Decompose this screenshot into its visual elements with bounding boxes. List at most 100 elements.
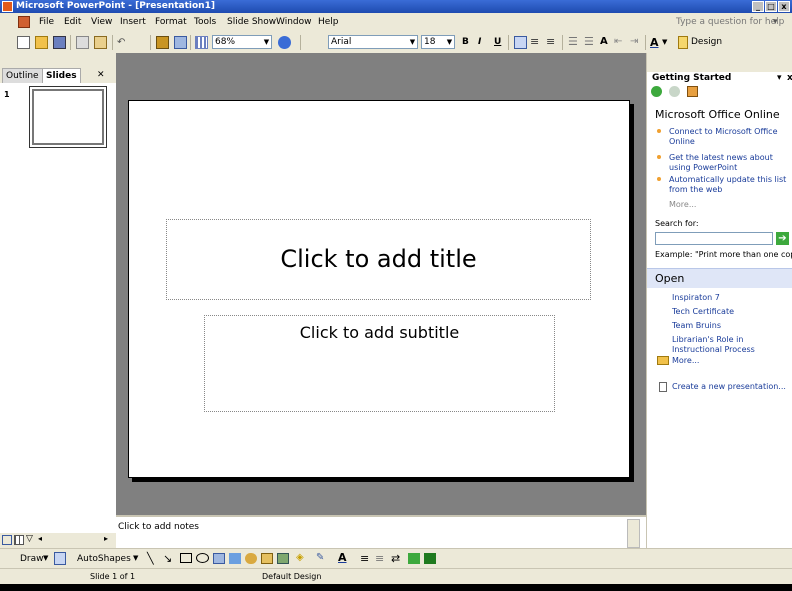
menu-help[interactable]: Help: [318, 17, 339, 27]
recent-file-link[interactable]: Librarian's Role in Instructional Proces…: [672, 335, 790, 355]
dash-style-icon[interactable]: ≡: [375, 552, 384, 565]
latest-news-link[interactable]: Get the latest news about using PowerPoi…: [669, 153, 791, 173]
close-pane-icon[interactable]: ✕: [94, 68, 108, 82]
chevron-down-icon[interactable]: ▼: [445, 36, 454, 48]
restore-button[interactable]: □: [765, 1, 777, 12]
align-center-icon[interactable]: ≡: [530, 36, 543, 49]
oval-icon[interactable]: [196, 553, 209, 563]
italic-button[interactable]: I: [478, 37, 481, 47]
notes-scrollbar[interactable]: [627, 519, 640, 548]
menu-format[interactable]: Format: [155, 17, 187, 27]
numbering-icon[interactable]: ☰: [568, 36, 581, 49]
normal-view-icon[interactable]: [2, 535, 12, 545]
design-icon[interactable]: [678, 36, 688, 49]
print-icon[interactable]: [76, 36, 89, 49]
chevron-down-icon[interactable]: ▼: [408, 36, 417, 48]
textbox-icon[interactable]: [213, 553, 225, 564]
new-icon[interactable]: [17, 36, 30, 49]
menu-window[interactable]: Window: [276, 17, 312, 27]
help-icon[interactable]: [278, 36, 291, 49]
minimize-button[interactable]: _: [752, 1, 764, 12]
slide-sorter-view-icon[interactable]: [14, 535, 24, 545]
chevron-down-icon[interactable]: ▼: [43, 554, 48, 562]
recent-file-link[interactable]: Team Bruins: [672, 321, 721, 331]
3d-icon[interactable]: [424, 553, 436, 564]
font-select[interactable]: Arial ▼: [328, 35, 418, 49]
design-button[interactable]: Design: [691, 37, 722, 47]
arrow-icon[interactable]: ↘: [163, 552, 172, 565]
tab-slides[interactable]: Slides: [42, 68, 81, 84]
search-go-icon[interactable]: ➔: [776, 232, 789, 245]
wordart-icon[interactable]: [229, 553, 241, 564]
line-color-icon[interactable]: ✎: [316, 552, 324, 563]
home-icon[interactable]: [687, 86, 698, 97]
notes-placeholder[interactable]: Click to add notes: [118, 522, 199, 532]
undo-icon[interactable]: ↶: [117, 36, 130, 49]
increase-indent-icon[interactable]: ⇥: [630, 36, 643, 49]
menu-edit[interactable]: Edit: [64, 17, 81, 27]
scroll-right-icon[interactable]: ▸: [104, 534, 108, 543]
menu-insert[interactable]: Insert: [120, 17, 146, 27]
line-icon[interactable]: ╲: [147, 552, 154, 565]
help-dropdown-icon[interactable]: ▾: [773, 17, 778, 27]
fill-color-icon[interactable]: ◈: [296, 552, 304, 563]
clipart-icon[interactable]: [261, 553, 273, 564]
zoom-select[interactable]: 68% ▼: [212, 35, 272, 49]
chevron-down-icon[interactable]: ▼: [262, 36, 271, 48]
save-icon[interactable]: [53, 36, 66, 49]
insert-table-icon[interactable]: [174, 36, 187, 49]
document-icon[interactable]: [18, 16, 30, 28]
rectangle-icon[interactable]: [180, 553, 192, 563]
grid-icon[interactable]: [195, 36, 208, 49]
close-button[interactable]: x: [778, 1, 790, 12]
menu-view[interactable]: View: [91, 17, 112, 27]
shadow-icon[interactable]: [408, 553, 420, 564]
draw-menu[interactable]: Draw: [20, 554, 44, 564]
slide-thumbnail[interactable]: [29, 86, 107, 148]
back-icon[interactable]: [651, 86, 662, 97]
menu-tools[interactable]: Tools: [194, 17, 216, 27]
open-icon[interactable]: [35, 36, 48, 49]
task-pane-menu-icon[interactable]: ▾: [777, 73, 782, 83]
forward-icon[interactable]: [669, 86, 680, 97]
auto-update-link[interactable]: Automatically update this list from the …: [669, 175, 791, 195]
chevron-down-icon[interactable]: ▼: [133, 554, 138, 562]
slide-show-view-icon[interactable]: ▽: [26, 534, 33, 544]
increase-font-icon[interactable]: A: [600, 36, 613, 49]
recent-file-link[interactable]: Tech Certificate: [672, 307, 734, 317]
office-online-more-link[interactable]: More...: [669, 200, 696, 210]
picture-icon[interactable]: [277, 553, 289, 564]
bold-button[interactable]: B: [462, 37, 469, 47]
connect-office-online-link[interactable]: Connect to Microsoft Office Online: [669, 127, 791, 147]
align-left-icon[interactable]: [514, 36, 527, 49]
chevron-down-icon[interactable]: ▼: [662, 36, 675, 49]
arrow-style-icon[interactable]: ⇄: [391, 552, 400, 565]
powerpoint-app-icon[interactable]: [2, 1, 13, 12]
task-pane-close-icon[interactable]: x: [787, 73, 792, 83]
create-presentation-link[interactable]: Create a new presentation...: [672, 382, 786, 392]
decrease-indent-icon[interactable]: ⇤: [614, 36, 627, 49]
underline-button[interactable]: U: [494, 37, 501, 47]
slide-canvas[interactable]: Click to add title Click to add subtitle: [128, 100, 630, 478]
search-input[interactable]: [655, 232, 773, 245]
bullets-icon[interactable]: ☰: [584, 36, 597, 49]
diagram-icon[interactable]: [245, 553, 257, 564]
line-style-icon[interactable]: ≡: [360, 552, 369, 565]
scroll-left-icon[interactable]: ◂: [38, 534, 42, 543]
align-right-icon[interactable]: ≡: [546, 36, 559, 49]
select-pointer-icon[interactable]: [54, 552, 66, 565]
notes-pane[interactable]: Click to add notes: [116, 515, 646, 550]
subtitle-placeholder[interactable]: Click to add subtitle: [204, 315, 555, 412]
paste-icon[interactable]: [94, 36, 107, 49]
recent-file-link[interactable]: Inspiraton 7: [672, 293, 720, 303]
open-more-link[interactable]: More...: [672, 356, 699, 366]
insert-chart-icon[interactable]: [156, 36, 169, 49]
tab-outline[interactable]: Outline: [2, 68, 43, 84]
menu-slide-show[interactable]: Slide Show: [227, 17, 276, 27]
autoshapes-menu[interactable]: AutoShapes: [77, 554, 131, 564]
font-size-select[interactable]: 18 ▼: [421, 35, 455, 49]
menu-file[interactable]: File: [39, 17, 54, 27]
title-placeholder[interactable]: Click to add title: [166, 219, 591, 300]
help-question-box[interactable]: Type a question for help: [676, 17, 784, 27]
font-color-icon[interactable]: A: [338, 551, 347, 564]
